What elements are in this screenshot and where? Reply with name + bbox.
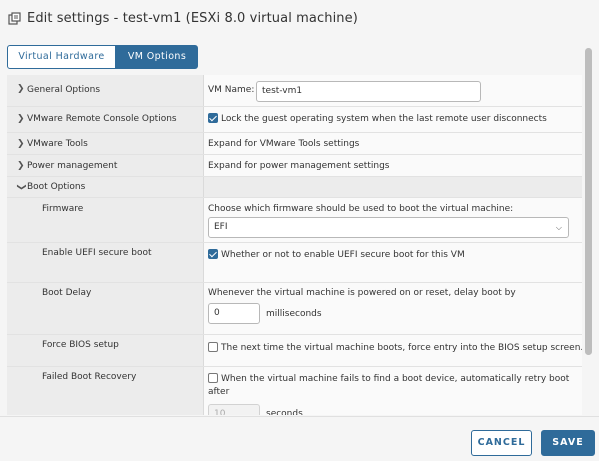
power-management-label: Power management xyxy=(27,161,118,171)
boot-options-label: Boot Options xyxy=(27,182,86,192)
row-vmrc-options: ❯ VMware Remote Console Options Lock the… xyxy=(7,107,582,133)
boot-delay-label: Boot Delay xyxy=(42,288,92,298)
lock-guest-checkbox[interactable] xyxy=(208,113,218,123)
row-force-bios: Force BIOS setup The next time the virtu… xyxy=(7,335,582,367)
failed-boot-recovery-input[interactable]: 10 xyxy=(208,404,260,415)
chevron-down-icon: ⌵ xyxy=(555,223,562,232)
failed-boot-recovery-text-after: after xyxy=(208,387,230,397)
vertical-scrollbar[interactable] xyxy=(585,48,592,355)
dialog-header: Edit settings - test-vm1 (ESXi 8.0 virtu… xyxy=(8,7,358,29)
edit-settings-dialog: Edit settings - test-vm1 (ESXi 8.0 virtu… xyxy=(0,0,599,461)
uefi-secure-boot-text: Whether or not to enable UEFI secure boo… xyxy=(221,250,465,260)
vmware-tools-toggle[interactable]: ❯ VMware Tools xyxy=(7,133,204,154)
chevron-down-icon: ❯ xyxy=(15,183,26,191)
firmware-select[interactable]: EFI ⌵ xyxy=(208,217,569,238)
edit-settings-icon xyxy=(8,11,21,25)
force-bios-text: The next time the virtual machine boots,… xyxy=(221,343,582,353)
power-management-hint: Expand for power management settings xyxy=(208,161,390,171)
boot-delay-text: Whenever the virtual machine is powered … xyxy=(208,288,516,298)
failed-boot-recovery-unit: seconds xyxy=(266,409,303,415)
boot-delay-unit: milliseconds xyxy=(266,309,322,319)
row-boot-options: ❯ Boot Options xyxy=(7,177,582,198)
footer-divider xyxy=(0,416,599,417)
firmware-hint: Choose which firmware should be used to … xyxy=(208,204,514,214)
row-vmware-tools: ❯ VMware Tools Expand for VMware Tools s… xyxy=(7,133,582,155)
boot-delay-input[interactable]: 0 xyxy=(208,303,260,324)
row-uefi-secure-boot: Enable UEFI secure boot Whether or not t… xyxy=(7,243,582,283)
tab-virtual-hardware[interactable]: Virtual Hardware xyxy=(7,45,116,69)
vm-options-panel: ❯ General Options VM Name: test-vm1 ❯ VM… xyxy=(7,75,582,415)
firmware-selected-value: EFI xyxy=(214,222,228,232)
vmware-tools-hint: Expand for VMware Tools settings xyxy=(208,139,360,149)
save-button[interactable]: SAVE xyxy=(541,430,595,456)
chevron-right-icon: ❯ xyxy=(17,84,25,94)
tab-vm-options[interactable]: VM Options xyxy=(116,45,198,69)
row-boot-delay: Boot Delay Whenever the virtual machine … xyxy=(7,283,582,335)
row-failed-boot-recovery: Failed Boot Recovery When the virtual ma… xyxy=(7,367,582,415)
general-options-label: General Options xyxy=(27,85,101,95)
firmware-label: Firmware xyxy=(42,204,84,214)
failed-boot-recovery-checkbox[interactable] xyxy=(208,373,218,383)
vmrc-options-toggle[interactable]: ❯ VMware Remote Console Options xyxy=(7,107,204,132)
failed-boot-recovery-text: When the virtual machine fails to find a… xyxy=(221,374,570,384)
row-general-options: ❯ General Options VM Name: test-vm1 xyxy=(7,75,582,107)
uefi-secure-boot-label: Enable UEFI secure boot xyxy=(42,248,152,258)
vm-name-input[interactable]: test-vm1 xyxy=(256,81,481,102)
vmrc-options-label: VMware Remote Console Options xyxy=(27,114,177,124)
lock-guest-text: Lock the guest operating system when the… xyxy=(221,114,547,124)
row-power-management: ❯ Power management Expand for power mana… xyxy=(7,155,582,177)
row-firmware: Firmware Choose which firmware should be… xyxy=(7,198,582,243)
general-options-toggle[interactable]: ❯ General Options xyxy=(7,75,204,106)
chevron-right-icon: ❯ xyxy=(17,114,25,124)
boot-options-toggle[interactable]: ❯ Boot Options xyxy=(7,177,204,197)
force-bios-label: Force BIOS setup xyxy=(42,340,119,350)
force-bios-checkbox[interactable] xyxy=(208,342,218,352)
tab-bar: Virtual Hardware VM Options xyxy=(7,45,198,69)
dialog-title: Edit settings - test-vm1 (ESXi 8.0 virtu… xyxy=(27,10,358,26)
power-management-toggle[interactable]: ❯ Power management xyxy=(7,155,204,176)
vm-name-label: VM Name: xyxy=(208,85,255,95)
vmware-tools-label: VMware Tools xyxy=(27,139,88,149)
chevron-right-icon: ❯ xyxy=(17,139,25,149)
scrollbar-thumb[interactable] xyxy=(585,48,592,355)
uefi-secure-boot-checkbox[interactable] xyxy=(208,249,218,259)
cancel-button[interactable]: CANCEL xyxy=(471,430,532,456)
chevron-right-icon: ❯ xyxy=(17,161,25,171)
failed-boot-recovery-label: Failed Boot Recovery xyxy=(42,372,137,382)
